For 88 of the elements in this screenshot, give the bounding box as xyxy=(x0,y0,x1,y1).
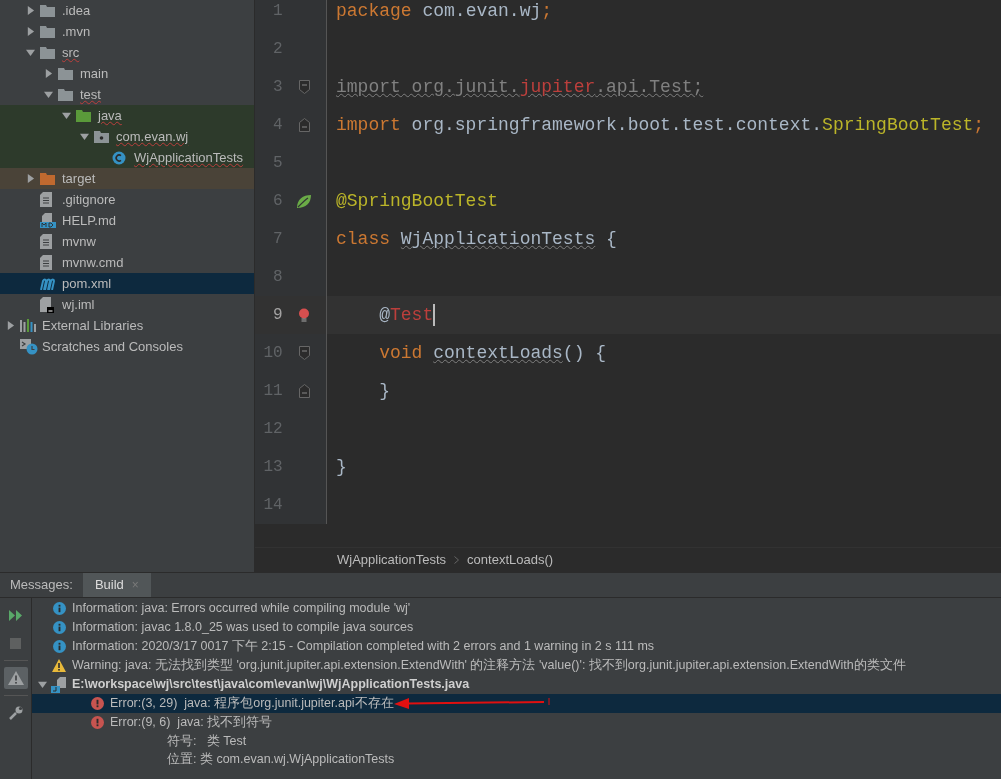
rerun-icon xyxy=(8,609,23,621)
stop-icon xyxy=(10,637,21,649)
collapsed-arrow-icon[interactable] xyxy=(25,27,35,36)
folder-icon xyxy=(76,109,91,122)
panel-title: Messages: xyxy=(9,576,74,595)
code-text: class WjApplicationTests { xyxy=(336,227,617,251)
wrench-icon xyxy=(8,706,23,720)
tree-item[interactable]: java xyxy=(0,105,254,126)
info-icon xyxy=(52,640,66,653)
folder-icon xyxy=(40,4,55,17)
folder-icon xyxy=(40,172,55,185)
fold-icon[interactable] xyxy=(298,384,310,398)
message-row[interactable]: Information: 2020/3/17 0017 下午 2:15 - Compilation completed with 2 errors and 1 warning in 2 s 111 ms xyxy=(32,637,1001,656)
package-icon xyxy=(94,130,109,143)
tree-item[interactable]: .gitignore xyxy=(0,189,254,210)
message-row[interactable]: Information: java: Errors occurred while compiling module 'wj' xyxy=(32,599,1001,618)
libraries-icon xyxy=(20,319,36,332)
tree-item[interactable]: .mvn xyxy=(0,21,254,42)
breadcrumb[interactable]: WjApplicationTests xyxy=(337,550,447,570)
folder-icon xyxy=(58,88,73,101)
code-text: @SpringBootTest xyxy=(336,189,499,213)
message-row[interactable]: Error:(9, 6) java: 找不到符号 xyxy=(32,713,1001,732)
message-detail: 位置: 类 com.evan.wj.WjApplicationTests xyxy=(166,750,396,768)
message-row[interactable]: Warning: java: 无法找到类型 'org.junit.jupiter.api.extension.ExtendWith' 的注释方法 'value()': 找不到org.junit.jupiter.api.extension.ExtendWith的类文件 xyxy=(32,656,1001,675)
tree-item[interactable]: pom.xml xyxy=(0,273,254,294)
message-detail: 符号: 类 Test xyxy=(166,732,248,750)
message-row[interactable]: E:\workspace\wj\src\test\java\com\evan\wj\WjApplicationTests.java xyxy=(32,675,1001,694)
expanded-arrow-icon[interactable] xyxy=(61,111,71,120)
chevron-icon xyxy=(454,556,460,564)
info-icon xyxy=(52,621,66,634)
code-text: @Test xyxy=(378,303,434,327)
lightbulb-icon[interactable] xyxy=(298,307,311,323)
markdown-file-icon xyxy=(40,213,56,228)
breadcrumb[interactable]: contextLoads() xyxy=(467,550,554,570)
warning-icon xyxy=(7,671,24,685)
code-text: import org.springframework.boot.test.context.SpringBootTest; xyxy=(336,113,985,137)
collapsed-arrow-icon[interactable] xyxy=(25,6,35,15)
code-text: package com.evan.wj; xyxy=(336,0,553,23)
tree-item[interactable]: target xyxy=(0,168,254,189)
expanded-arrow-icon[interactable] xyxy=(37,680,47,689)
java-file-icon xyxy=(51,676,67,693)
tree-item[interactable]: External Libraries xyxy=(0,315,254,336)
tree-item[interactable]: test xyxy=(0,84,254,105)
tree-item[interactable]: src xyxy=(0,42,254,63)
tree-item[interactable]: .idea xyxy=(0,0,254,21)
code-text: } xyxy=(378,379,390,403)
maven-icon xyxy=(40,277,56,290)
code-text: } xyxy=(336,455,347,479)
code-text: import org.junit.jupiter.api.Test; xyxy=(336,75,704,99)
text-cursor xyxy=(433,304,436,326)
class-icon xyxy=(112,150,126,165)
tab-label: Build xyxy=(94,576,124,595)
collapsed-arrow-icon[interactable] xyxy=(5,321,15,330)
leaf-icon[interactable] xyxy=(296,193,313,209)
tree-item[interactable]: WjApplicationTests xyxy=(0,147,254,168)
file-icon xyxy=(40,255,52,270)
code-text: void contextLoads() { xyxy=(378,341,607,365)
panel-tab[interactable]: Build × xyxy=(82,573,151,597)
tree-item[interactable]: Scratches and Consoles xyxy=(0,336,254,357)
folder-icon xyxy=(40,46,55,59)
message-row[interactable]: Information: javac 1.8.0_25 was used to compile java sources xyxy=(32,618,1001,637)
file-icon xyxy=(40,234,52,249)
error-icon xyxy=(90,697,104,710)
info-icon xyxy=(52,602,66,615)
fold-icon[interactable] xyxy=(298,346,310,360)
folder-icon xyxy=(58,67,73,80)
folder-icon xyxy=(40,25,55,38)
file-icon xyxy=(40,192,52,207)
tree-item[interactable]: wj.iml xyxy=(0,294,254,315)
line-number: 9 xyxy=(272,305,283,326)
module-file-icon xyxy=(40,296,54,313)
message-row[interactable]: Error:(3, 29) java: 程序包org.junit.jupiter.api不存在 xyxy=(32,694,1001,713)
fold-icon[interactable] xyxy=(298,80,310,94)
expanded-arrow-icon[interactable] xyxy=(43,90,53,99)
tree-item[interactable]: mvnw xyxy=(0,231,254,252)
toolbar-button[interactable] xyxy=(3,667,28,689)
tree-item[interactable]: main xyxy=(0,63,254,84)
tree-item[interactable]: com.evan.wj xyxy=(0,126,254,147)
tree-item[interactable]: HELP.md xyxy=(0,210,254,231)
warning-icon xyxy=(52,659,66,672)
scratches-icon xyxy=(20,338,38,355)
fold-icon[interactable] xyxy=(298,118,310,132)
tree-item[interactable]: mvnw.cmd xyxy=(0,252,254,273)
expanded-arrow-icon[interactable] xyxy=(79,132,89,141)
error-icon xyxy=(90,716,104,729)
collapsed-arrow-icon[interactable] xyxy=(25,174,35,183)
expanded-arrow-icon[interactable] xyxy=(25,48,35,57)
collapsed-arrow-icon[interactable] xyxy=(43,69,53,78)
